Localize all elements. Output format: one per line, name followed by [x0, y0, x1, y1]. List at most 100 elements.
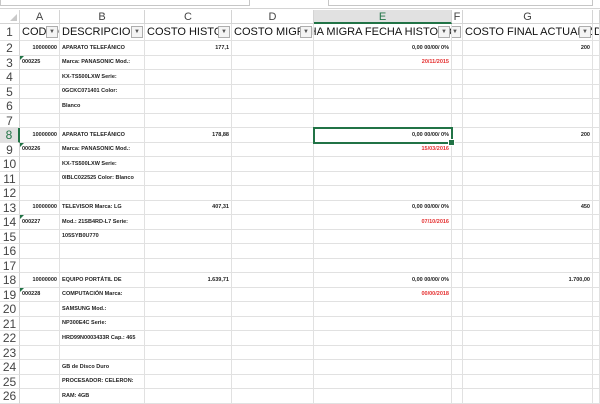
column-header-C[interactable]: C — [145, 10, 232, 24]
cell-H17[interactable] — [593, 258, 600, 273]
cell-A11[interactable] — [20, 171, 60, 186]
cell-B9[interactable]: Marca: PANASONIC Mod.: — [60, 142, 145, 157]
cell-A16[interactable] — [20, 244, 60, 259]
cell-E25[interactable] — [314, 374, 452, 389]
cell-B23[interactable] — [60, 345, 145, 360]
cell-C17[interactable] — [145, 258, 232, 273]
cell-G23[interactable] — [463, 345, 593, 360]
cell-D6[interactable] — [232, 99, 314, 114]
cell-C24[interactable] — [145, 360, 232, 375]
cell-D25[interactable] — [232, 374, 314, 389]
cell-C15[interactable] — [145, 229, 232, 244]
cell-B10[interactable]: KX-TS500LXW Serie: — [60, 157, 145, 172]
cell-G13[interactable]: 450 — [463, 200, 593, 215]
cell-H7[interactable] — [593, 113, 600, 128]
cell-B24[interactable]: GB de Disco Duro — [60, 360, 145, 375]
cell-B4[interactable]: KX-TS500LXW Serie: — [60, 70, 145, 85]
cell-E3[interactable]: 20/11/2015 — [314, 55, 452, 70]
cell-A10[interactable] — [20, 157, 60, 172]
header-cell-C[interactable]: COSTO HISTORICO▼ — [145, 24, 232, 41]
cell-D5[interactable] — [232, 84, 314, 99]
column-header-B[interactable]: B — [60, 10, 145, 24]
cell-B15[interactable]: 105SYB0U770 — [60, 229, 145, 244]
cell-C2[interactable]: 177,1 — [145, 41, 232, 56]
row-header-13[interactable]: 13 — [0, 200, 20, 215]
row-header-11[interactable]: 11 — [0, 171, 20, 186]
cell-G20[interactable] — [463, 302, 593, 317]
row-header-20[interactable]: 20 — [0, 302, 20, 317]
cell-F16[interactable] — [452, 244, 463, 259]
row-header-19[interactable]: 19 — [0, 287, 20, 302]
header-cell-D[interactable]: COSTO MIGRADO▼ — [232, 24, 314, 41]
header-cell-F[interactable]: ▼ — [452, 24, 463, 41]
cell-E8[interactable]: 0,00 00/00/ 0% — [314, 128, 452, 143]
cell-F2[interactable] — [452, 41, 463, 56]
row-header-12[interactable]: 12 — [0, 186, 20, 201]
cell-F21[interactable] — [452, 316, 463, 331]
cell-E24[interactable] — [314, 360, 452, 375]
cell-G21[interactable] — [463, 316, 593, 331]
row-header-22[interactable]: 22 — [0, 331, 20, 346]
cell-F22[interactable] — [452, 331, 463, 346]
cell-E16[interactable] — [314, 244, 452, 259]
cell-D7[interactable] — [232, 113, 314, 128]
cell-A8[interactable]: 10000000 — [20, 128, 60, 143]
cell-F10[interactable] — [452, 157, 463, 172]
cell-C16[interactable] — [145, 244, 232, 259]
cell-H21[interactable] — [593, 316, 600, 331]
cell-F3[interactable] — [452, 55, 463, 70]
cell-G14[interactable] — [463, 215, 593, 230]
cell-B11[interactable]: 0IBLC022525 Color: Blanco — [60, 171, 145, 186]
cell-C10[interactable] — [145, 157, 232, 172]
cell-G12[interactable] — [463, 186, 593, 201]
column-header-H[interactable] — [593, 10, 600, 24]
cell-F9[interactable] — [452, 142, 463, 157]
cell-E12[interactable] — [314, 186, 452, 201]
cell-G26[interactable] — [463, 389, 593, 404]
cell-E2[interactable]: 0,00 00/00/ 0% — [314, 41, 452, 56]
cell-E5[interactable] — [314, 84, 452, 99]
column-header-E[interactable]: E — [314, 10, 452, 24]
cell-D22[interactable] — [232, 331, 314, 346]
cell-E4[interactable] — [314, 70, 452, 85]
cell-E11[interactable] — [314, 171, 452, 186]
filter-dropdown-icon[interactable]: ▼ — [438, 26, 450, 38]
cell-H25[interactable] — [593, 374, 600, 389]
cell-D11[interactable] — [232, 171, 314, 186]
cell-C18[interactable]: 1.639,71 — [145, 273, 232, 288]
cell-C23[interactable] — [145, 345, 232, 360]
cell-H23[interactable] — [593, 345, 600, 360]
cell-A9[interactable]: 000226 — [20, 142, 60, 157]
row-header-7[interactable]: 7 — [0, 113, 20, 128]
cell-H20[interactable] — [593, 302, 600, 317]
cell-F14[interactable] — [452, 215, 463, 230]
cell-F12[interactable] — [452, 186, 463, 201]
cell-A13[interactable]: 10000000 — [20, 200, 60, 215]
cell-H26[interactable] — [593, 389, 600, 404]
cell-H19[interactable] — [593, 287, 600, 302]
row-header-25[interactable]: 25 — [0, 374, 20, 389]
row-header-21[interactable]: 21 — [0, 316, 20, 331]
cell-A25[interactable] — [20, 374, 60, 389]
cell-C19[interactable] — [145, 287, 232, 302]
cell-D19[interactable] — [232, 287, 314, 302]
header-cell-G[interactable]: COSTO FINAL ACTUALIZADO▼ — [463, 24, 593, 41]
cell-D18[interactable] — [232, 273, 314, 288]
cell-F25[interactable] — [452, 374, 463, 389]
cell-E21[interactable] — [314, 316, 452, 331]
cell-B18[interactable]: EQUIPO PORTÁTIL DE — [60, 273, 145, 288]
row-header-4[interactable]: 4 — [0, 70, 20, 85]
cell-C26[interactable] — [145, 389, 232, 404]
cell-H11[interactable] — [593, 171, 600, 186]
cell-C3[interactable] — [145, 55, 232, 70]
cell-A12[interactable] — [20, 186, 60, 201]
cell-A7[interactable] — [20, 113, 60, 128]
cell-F23[interactable] — [452, 345, 463, 360]
cell-D3[interactable] — [232, 55, 314, 70]
cell-F5[interactable] — [452, 84, 463, 99]
cell-D24[interactable] — [232, 360, 314, 375]
cell-G9[interactable] — [463, 142, 593, 157]
cell-C9[interactable] — [145, 142, 232, 157]
filter-dropdown-icon[interactable]: ▼ — [300, 26, 312, 38]
cell-A17[interactable] — [20, 258, 60, 273]
